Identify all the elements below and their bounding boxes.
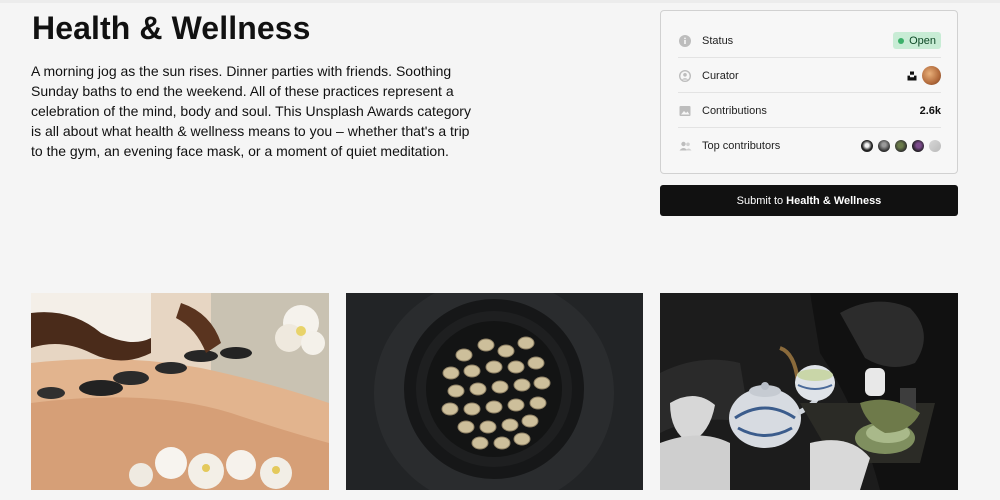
status-badge: Open xyxy=(893,32,941,49)
top-contributors-label: Top contributors xyxy=(702,139,781,152)
unsplash-logo-icon[interactable] xyxy=(906,70,918,82)
curator-label: Curator xyxy=(702,69,739,82)
contributions-label: Contributions xyxy=(702,104,767,117)
curator-row: Curator xyxy=(678,58,941,93)
contributor-avatar[interactable] xyxy=(878,139,890,152)
photo-tea-ceremony[interactable] xyxy=(660,293,958,490)
contributor-avatar[interactable] xyxy=(912,139,924,152)
page-title: Health & Wellness xyxy=(32,10,311,46)
top-border xyxy=(0,0,1000,3)
user-circle-icon xyxy=(678,69,692,83)
contributions-row: Contributions 2.6k xyxy=(678,93,941,128)
collection-description: A morning jog as the sun rises. Dinner p… xyxy=(31,63,471,159)
info-icon xyxy=(678,34,692,48)
curator-avatar[interactable] xyxy=(922,66,941,85)
contributions-value: 2.6k xyxy=(919,104,941,117)
collection-info-card: Status Open Curator Contributions 2.6k T xyxy=(660,10,958,174)
status-value: Open xyxy=(909,34,936,47)
status-label: Status xyxy=(702,34,734,47)
status-dot xyxy=(898,37,905,44)
users-icon xyxy=(678,139,692,153)
photo-hot-stone-massage[interactable] xyxy=(31,293,329,490)
submit-target: Health & Wellness xyxy=(786,194,882,207)
status-row: Status Open xyxy=(678,23,941,58)
curator-avatars xyxy=(906,66,941,85)
contributor-avatar[interactable] xyxy=(929,139,941,152)
image-icon xyxy=(678,104,692,118)
contributor-avatar[interactable] xyxy=(895,139,907,152)
submit-button[interactable]: Submit to Health & Wellness xyxy=(660,185,958,216)
top-contributors-row: Top contributors xyxy=(678,128,941,163)
photo-pistachios[interactable] xyxy=(346,293,643,490)
submit-prefix: Submit to xyxy=(736,194,784,207)
contributor-avatar[interactable] xyxy=(861,139,873,152)
top-contributors-avatars xyxy=(856,139,941,152)
